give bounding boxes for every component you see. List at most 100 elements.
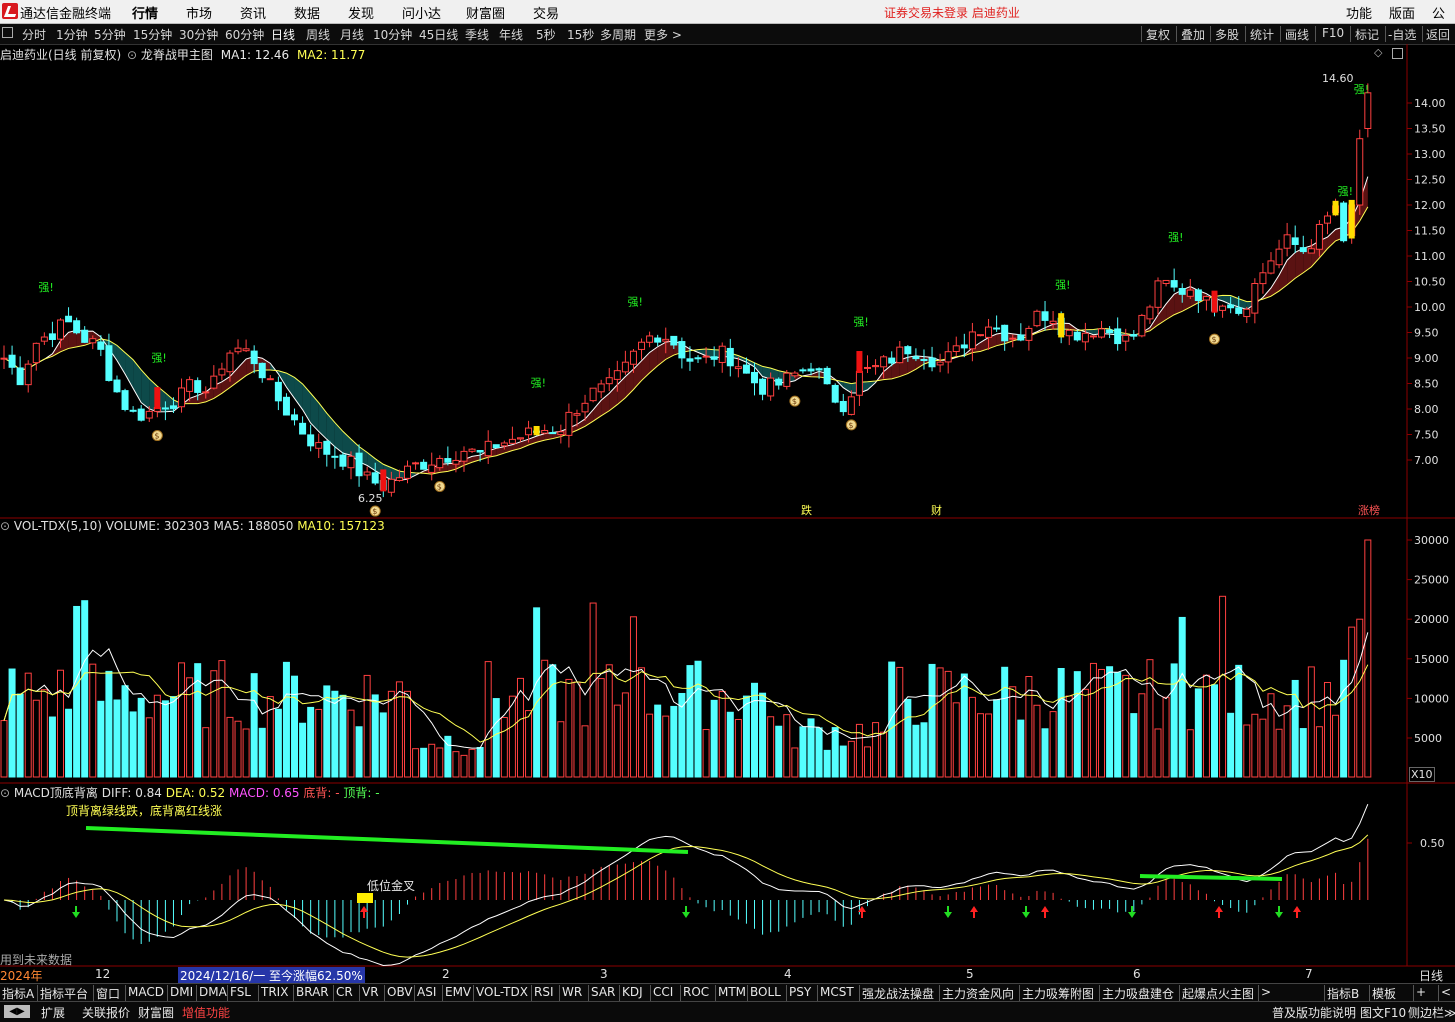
indicator-tab-24[interactable]: MCST [820,985,854,999]
indicator-tab-29[interactable]: 起爆点火主图 [1182,985,1254,1002]
indicator-tab-11[interactable]: OBV [387,985,413,999]
tab-extend[interactable]: 扩展 [41,1004,65,1021]
menu-news[interactable]: 资讯 [240,3,266,22]
indicator-tab-33[interactable]: + [1416,985,1426,999]
volume-bar [218,660,226,778]
tab-sidebar[interactable]: 侧边栏≫ [1408,1004,1455,1021]
indicator-tab-3[interactable]: MACD [128,985,164,999]
indicator-tab-32[interactable]: 模板 [1372,985,1396,1002]
period-45day[interactable]: 45日线 [419,26,458,43]
menu-functions[interactable]: 功能 [1346,3,1372,22]
period-30min[interactable]: 30分钟 [179,26,218,43]
menu-data[interactable]: 数据 [294,3,320,22]
period-15sec[interactable]: 15秒 [567,26,594,43]
sell-arrow-icon [1022,912,1030,918]
period-daily[interactable]: 日线 [271,26,295,43]
period-multi[interactable]: 多周期 [600,26,636,43]
indicator-tab-5[interactable]: DMA [199,985,227,999]
indicator-tab-26[interactable]: 主力资金风向 [942,985,1014,1002]
sidebar-toggle-icon[interactable] [2,27,13,38]
period-year[interactable]: 年线 [499,26,523,43]
volume-bar [1001,666,1009,778]
indicator-tab-12[interactable]: ASI [417,985,436,999]
indicator-tab-17[interactable]: SAR [591,985,615,999]
indicator-tab-31[interactable]: 指标B [1327,985,1359,1002]
indicator-tab-22[interactable]: BOLL [750,985,781,999]
period-1min[interactable]: 1分钟 [56,26,88,43]
indicator-tab-2[interactable]: 窗口 [96,985,120,1002]
indicator-tab-7[interactable]: TRIX [261,985,288,999]
period-indicator[interactable]: 日线 [1419,967,1443,984]
period-tick[interactable]: 分时 [22,26,46,43]
indicator-tab-21[interactable]: MTM [718,985,746,999]
indicator-tab-23[interactable]: PSY [789,985,811,999]
period-15min[interactable]: 15分钟 [133,26,172,43]
chart-area[interactable]: 强! 强! 强! 强! 强! 强! 强! 强! 强! $ $ $ $ $ $ 14.00 13.50 13.00… [0,44,1455,982]
indicator-tab-13[interactable]: EMV [445,985,471,999]
volume-bar [153,694,161,778]
volume-bar [97,700,105,778]
menu-trade[interactable]: 交易 [533,3,559,22]
indicator-tab-28[interactable]: 主力吸盘建仓 [1102,985,1174,1002]
indicator-tab-20[interactable]: ROC [683,985,709,999]
date-range-info[interactable]: 2024/12/16/一 至今涨幅62.50% [178,967,365,984]
indicator-tab-19[interactable]: CCI [653,985,673,999]
indicator-tab-6[interactable]: FSL [230,985,251,999]
remove-watchlist-button[interactable]: -自选 [1388,26,1416,43]
indicator-tab-27[interactable]: 主力吸筹附图 [1022,985,1094,1002]
menu-ask[interactable]: 问小达 [402,3,441,22]
period-5sec[interactable]: 5秒 [536,26,556,43]
back-button[interactable]: 返回 [1426,26,1450,43]
volume-bar [1154,728,1162,778]
indicator-tab-0[interactable]: 指标A [2,985,34,1002]
candle-body [1081,332,1089,343]
tab-related-quotes[interactable]: 关联报价 [82,1004,130,1021]
multi-stock-button[interactable]: 多股 [1215,26,1239,43]
period-more[interactable]: 更多 > [644,26,682,43]
indicator-tab-16[interactable]: WR [562,985,582,999]
menu-discover[interactable]: 发现 [348,3,374,22]
candle-body [678,341,686,359]
indicator-tab-25[interactable]: 强龙战法操盘 [862,985,934,1002]
arrow-toggle-icon[interactable]: ◀▶ [4,1005,30,1018]
statistics-button[interactable]: 统计 [1250,26,1274,43]
indicator-tab-4[interactable]: DMI [170,985,193,999]
indicator-tab-9[interactable]: CR [336,985,353,999]
price-tick-label: 7.00 [1414,454,1439,467]
volume-dropdown-icon[interactable]: ⊙ [0,519,10,533]
tab-value-added[interactable]: 增值功能 [182,1004,230,1021]
indicator-tab-30[interactable]: > [1261,985,1271,999]
period-weekly[interactable]: 周线 [306,26,330,43]
period-10min[interactable]: 10分钟 [373,26,412,43]
overlay-button[interactable]: 叠加 [1181,26,1205,43]
tab-wealth-circle[interactable]: 财富圈 [138,1004,174,1021]
period-quarter[interactable]: 季线 [465,26,489,43]
indicator-tab-18[interactable]: KDJ [622,985,643,999]
period-monthly[interactable]: 月线 [340,26,364,43]
macd-chart[interactable] [3,804,1369,967]
indicator-tab-10[interactable]: VR [362,985,379,999]
mark-button[interactable]: 标记 [1355,26,1379,43]
indicator-tab-8[interactable]: BRAR [296,985,329,999]
restore-rights-button[interactable]: 复权 [1146,26,1170,43]
tab-version-info[interactable]: 普及版功能说明 [1272,1004,1356,1021]
indicator-tab-14[interactable]: VOL-TDX [476,985,528,999]
draw-line-button[interactable]: 画线 [1285,26,1309,43]
menu-markets[interactable]: 市场 [186,3,212,22]
menu-layout[interactable]: 版面 [1389,3,1415,22]
menu-market[interactable]: 行情 [132,3,158,22]
indicator-tab-1[interactable]: 指标平台 [40,985,88,1002]
volume-indicator-name[interactable]: VOL-TDX(5,10) [14,519,102,533]
price-chart[interactable]: 强! 强! 强! 强! 强! 强! 强! 强! 强! $ $ $ $ $ $ [0,83,1372,517]
tab-f10[interactable]: 图文F10 [1360,1004,1406,1021]
volume-chart[interactable] [0,539,1372,778]
indicator-tab-34[interactable]: < [1441,985,1451,999]
macd-indicator-name[interactable]: MACD顶底背离 [14,786,98,800]
f10-button[interactable]: F10 [1322,26,1344,40]
macd-dropdown-icon[interactable]: ⊙ [0,786,10,800]
period-5min[interactable]: 5分钟 [94,26,126,43]
indicator-tab-15[interactable]: RSI [534,985,554,999]
menu-wealth[interactable]: 财富圈 [466,3,505,22]
period-60min[interactable]: 60分钟 [225,26,264,43]
login-notice[interactable]: 证券交易未登录 启迪药业 [884,4,1020,21]
